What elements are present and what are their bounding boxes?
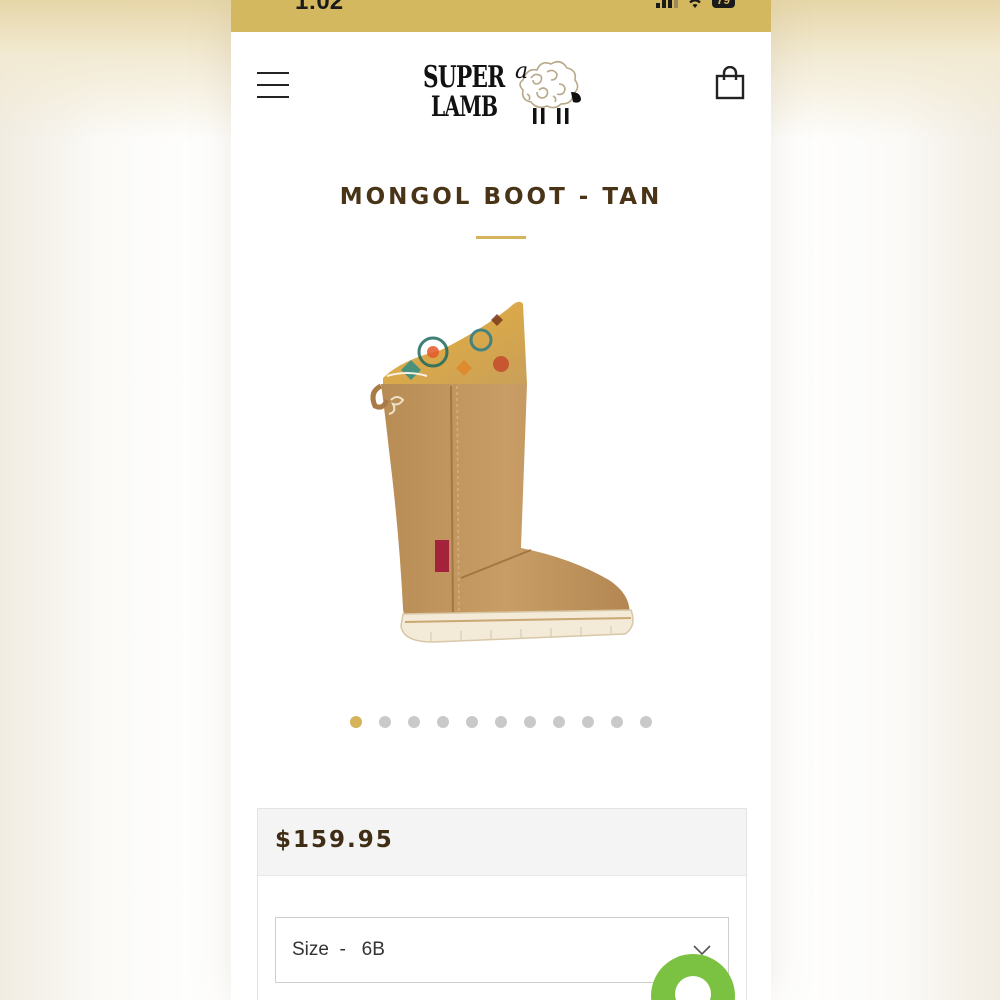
- logo-text-lamb: LAMB: [431, 90, 498, 123]
- brand-logo[interactable]: SUPER LAMB a: [423, 54, 583, 126]
- status-time: 1:02: [295, 0, 344, 15]
- sheep-logo-icon: a: [515, 59, 581, 124]
- carousel-dot[interactable]: [437, 716, 449, 728]
- wifi-icon: [688, 0, 701, 8]
- hamburger-menu-icon[interactable]: [257, 72, 289, 98]
- price-header: $159.95: [258, 809, 746, 876]
- carousel-dot[interactable]: [524, 716, 536, 728]
- status-icons: 79: [655, 0, 735, 8]
- product-title: MONGOL BOOT - TAN: [339, 184, 663, 210]
- carousel-dot[interactable]: [495, 716, 507, 728]
- svg-text:a: a: [515, 59, 528, 84]
- carousel-dot[interactable]: [379, 716, 391, 728]
- carousel-dot[interactable]: [408, 716, 420, 728]
- battery-icon: 79: [711, 0, 735, 8]
- product-image[interactable]: [341, 280, 661, 670]
- size-select-value: Size - 6B: [292, 939, 385, 960]
- cellular-signal-icon: [655, 0, 678, 8]
- carousel-dot[interactable]: [640, 716, 652, 728]
- shopping-bag-icon[interactable]: [715, 66, 745, 100]
- chat-bubble-inner: [675, 976, 711, 1000]
- status-bar: 1:02 79: [231, 0, 771, 32]
- carousel-dot[interactable]: [466, 716, 478, 728]
- carousel-dot[interactable]: [350, 716, 362, 728]
- phone-screen: 1:02 79 SUPER LAMB a MONGOL BOOT - TAN $…: [231, 0, 771, 1000]
- image-carousel-dots: [231, 716, 771, 728]
- product-price: $159.95: [275, 827, 394, 853]
- carousel-dot[interactable]: [611, 716, 623, 728]
- title-underline: [476, 236, 526, 239]
- carousel-dot[interactable]: [582, 716, 594, 728]
- carousel-dot[interactable]: [553, 716, 565, 728]
